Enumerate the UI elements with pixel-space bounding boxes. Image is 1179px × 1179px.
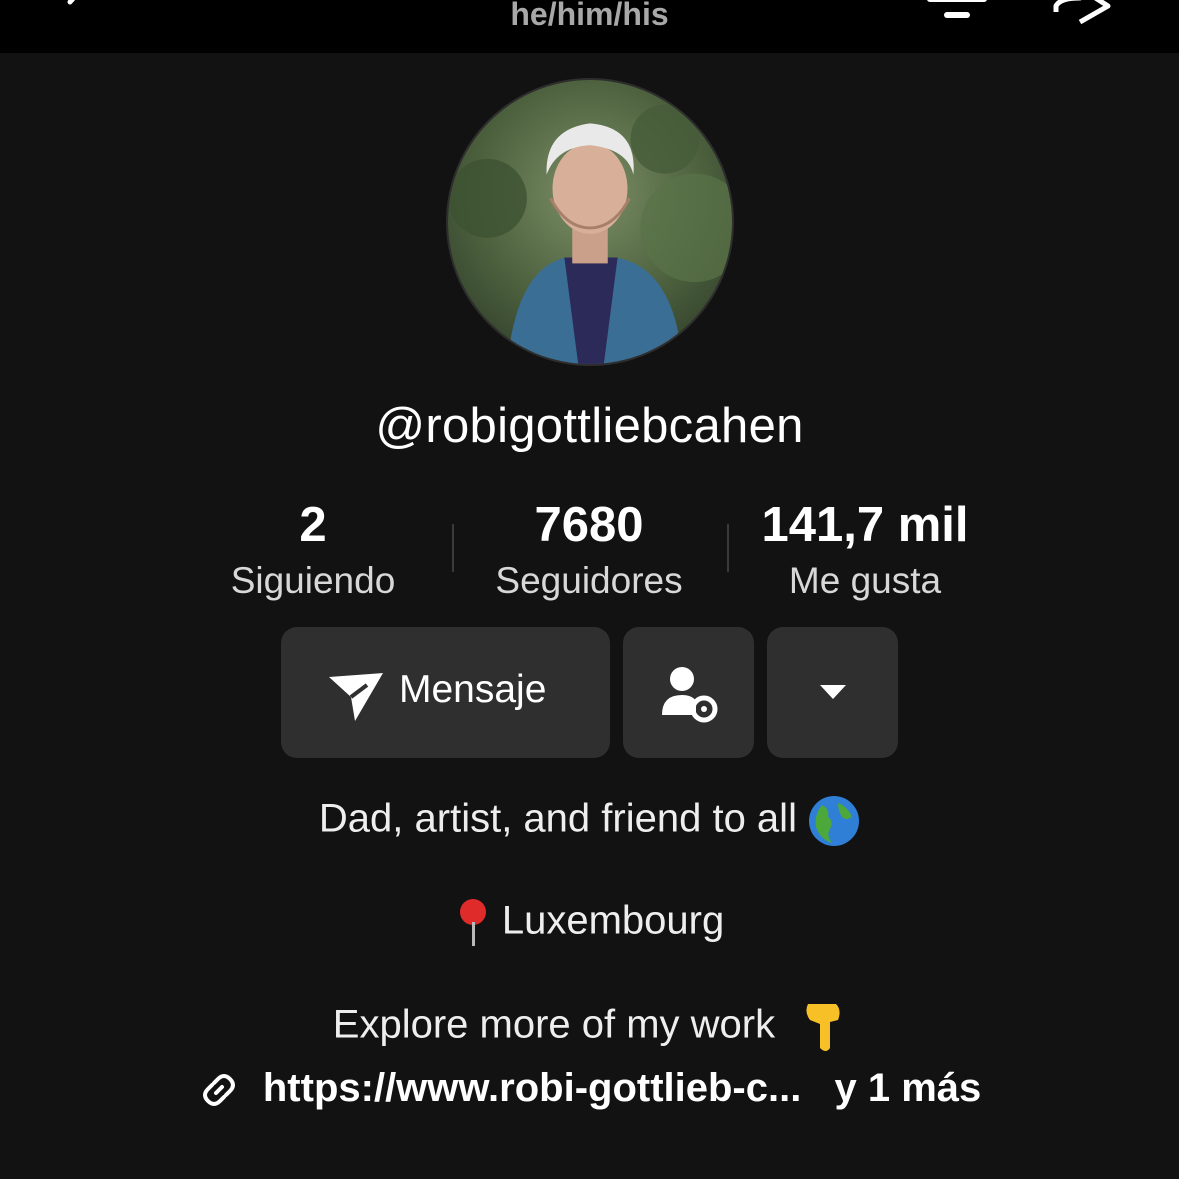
friend-settings-icon [662,667,718,723]
bio-line: Dad, artist, and friend to all [0,795,1179,847]
share-icon[interactable] [1050,0,1114,24]
avatar[interactable] [446,78,734,366]
username: @robigottliebcahen [375,399,804,453]
bio-text: Dad, artist, and friend to all [318,796,797,841]
stat-followers[interactable]: 7680 Seguidores [464,497,714,609]
stat-likes-value: 141,7 mil [761,498,969,552]
cut-off-row [0,1168,1179,1179]
notification-settings-icon[interactable] [924,0,990,26]
bio-line: Luxembourg [0,898,1179,948]
stat-divider [727,524,729,572]
friend-settings-button[interactable] [623,627,754,758]
link-icon [202,1074,235,1107]
stat-divider [452,524,454,572]
stat-following[interactable]: 2 Siguiendo [203,497,423,609]
stat-followers-label: Seguidores [495,560,683,601]
globe-icon [809,796,860,846]
message-button-label: Mensaje [399,668,547,711]
link-url[interactable]: https://www.robi-gottlieb-c... [263,1066,801,1110]
pin-icon [459,899,486,946]
bio-location: Luxembourg [501,898,725,943]
website-link[interactable]: https://www.robi-gottlieb-c... y 1 más [0,1066,1179,1111]
bio-text: Explore more of my work [332,1002,776,1047]
stat-following-label: Siguiendo [230,560,396,601]
stat-followers-value: 7680 [534,498,644,552]
pronouns: he/him/his [510,0,669,32]
pointing-down-icon [806,1004,840,1051]
send-icon [329,673,383,721]
avatar-photo [448,80,732,364]
bio-line: Explore more of my work [0,1000,1179,1054]
stat-following-value: 2 [299,498,327,552]
stat-likes-label: Me gusta [788,560,942,601]
top-bar: he/him/his [0,0,1179,53]
message-button[interactable]: Mensaje [281,627,610,758]
link-more[interactable]: y 1 más [834,1066,981,1110]
caret-down-icon [820,685,846,699]
stat-likes[interactable]: 141,7 mil Me gusta [730,497,1000,609]
more-options-button[interactable] [767,627,898,758]
